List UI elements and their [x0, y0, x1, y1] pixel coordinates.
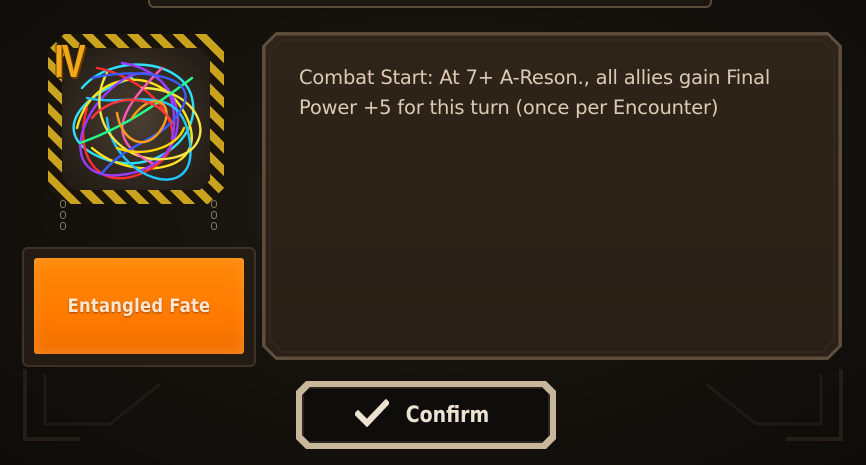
- tier-numeral: IV: [54, 35, 86, 87]
- left-bracket-decoration: [23, 369, 161, 441]
- checkmark-icon: [354, 398, 391, 431]
- tangled-threads-icon: [62, 48, 210, 190]
- top-panel-frame: [148, 0, 712, 8]
- effect-description: Combat Start: At 7+ A-Reson., all allies…: [299, 66, 771, 119]
- effect-name-plate: Entangled Fate: [34, 258, 244, 354]
- confirm-button-label: Confirm: [406, 402, 490, 428]
- chain-right: [211, 200, 217, 244]
- confirm-button[interactable]: Confirm: [302, 387, 550, 443]
- chain-left: [60, 200, 66, 244]
- effect-name: Entangled Fate: [67, 295, 211, 317]
- right-bracket-decoration: [705, 369, 843, 441]
